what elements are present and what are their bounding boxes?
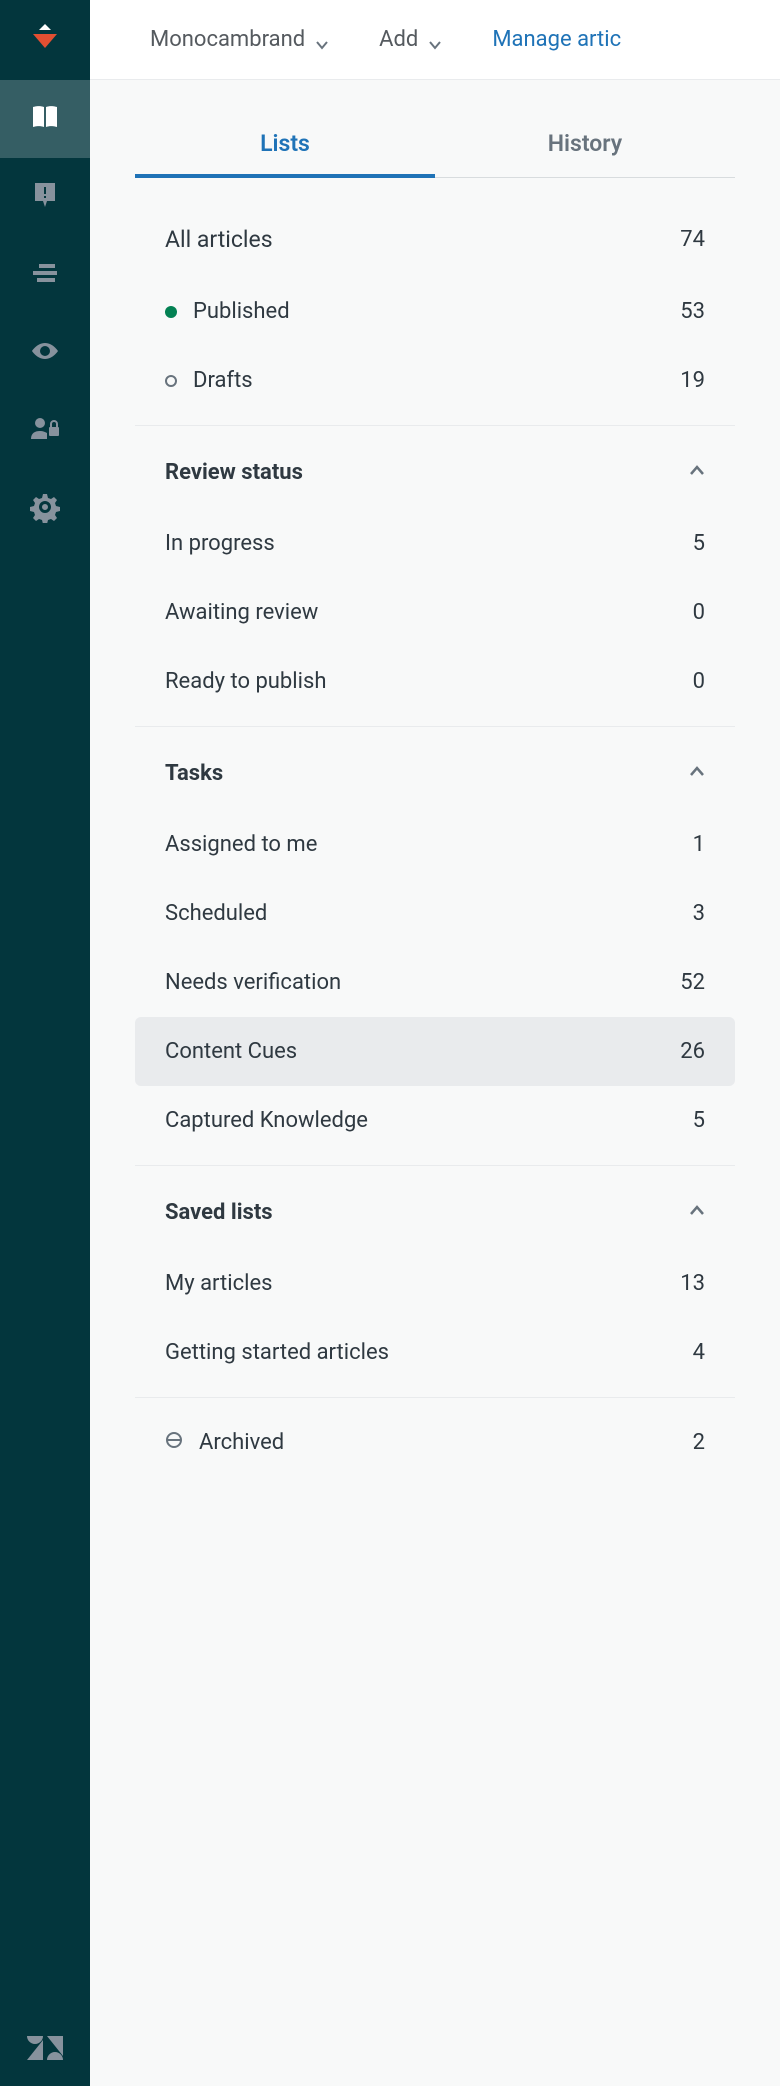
main-content: Monocambrand Add Manage artic Lists Hist…	[90, 0, 780, 2086]
sidebar-nav	[0, 0, 90, 2086]
chevron-up-icon	[689, 761, 705, 786]
section-review-status: Review status In progress 5 Awaiting rev…	[135, 426, 735, 727]
section-header-saved-lists[interactable]: Saved lists	[135, 1176, 735, 1249]
row-in-progress[interactable]: In progress 5	[135, 509, 735, 578]
row-label: Awaiting review	[165, 600, 318, 625]
row-label: Needs verification	[165, 970, 341, 995]
sidebar-item-views[interactable]	[0, 314, 90, 392]
manage-label: Manage artic	[492, 27, 621, 52]
row-getting-started-articles[interactable]: Getting started articles 4	[135, 1318, 735, 1387]
sidebar-item-moderation[interactable]	[0, 158, 90, 236]
row-count: 5	[693, 531, 705, 556]
row-label: Content Cues	[165, 1039, 297, 1064]
add-label: Add	[379, 27, 418, 52]
sidebar-item-settings[interactable]	[0, 470, 90, 548]
row-label: Published	[193, 299, 290, 324]
tabs: Lists History	[135, 130, 735, 178]
row-all-articles[interactable]: All articles 74	[135, 202, 735, 277]
gear-icon	[29, 491, 61, 527]
section-saved-lists: Saved lists My articles 13 Getting start…	[135, 1166, 735, 1398]
sidebar-product-logo[interactable]	[0, 2032, 90, 2068]
sidebar-item-arrange[interactable]	[0, 236, 90, 314]
row-label: Assigned to me	[165, 832, 317, 857]
tab-history[interactable]: History	[435, 130, 735, 177]
row-awaiting-review[interactable]: Awaiting review 0	[135, 578, 735, 647]
row-count: 3	[693, 901, 705, 926]
row-content-cues[interactable]: Content Cues 26	[135, 1017, 735, 1086]
tab-lists[interactable]: Lists	[135, 130, 435, 177]
section-archived: Archived 2	[135, 1398, 735, 1487]
brand-dropdown[interactable]: Monocambrand	[150, 27, 329, 52]
row-count: 52	[680, 970, 705, 995]
row-needs-verification[interactable]: Needs verification 52	[135, 948, 735, 1017]
topbar: Monocambrand Add Manage artic	[90, 0, 780, 80]
sidebar-item-permissions[interactable]	[0, 392, 90, 470]
row-label: All articles	[165, 226, 273, 253]
row-label: Archived	[199, 1430, 284, 1455]
row-count: 0	[693, 669, 705, 694]
sidebar-item-knowledge[interactable]	[0, 80, 90, 158]
add-dropdown[interactable]: Add	[379, 27, 442, 52]
section-articles: All articles 74 Published 53 Drafts 19	[135, 178, 735, 426]
row-my-articles[interactable]: My articles 13	[135, 1249, 735, 1318]
section-header-tasks[interactable]: Tasks	[135, 737, 735, 810]
brand-label: Monocambrand	[150, 27, 305, 52]
section-title: Review status	[165, 460, 303, 485]
section-title: Saved lists	[165, 1200, 273, 1225]
row-label: Drafts	[193, 368, 253, 393]
row-count: 5	[693, 1108, 705, 1133]
row-label: Captured Knowledge	[165, 1108, 368, 1133]
book-open-icon	[29, 101, 61, 137]
row-count: 74	[680, 227, 705, 252]
row-count: 1	[693, 832, 705, 857]
chevron-up-icon	[689, 460, 705, 485]
row-count: 13	[680, 1271, 705, 1296]
chevron-down-icon	[428, 33, 442, 47]
row-archived[interactable]: Archived 2	[135, 1408, 735, 1477]
row-label: Scheduled	[165, 901, 267, 926]
status-dot-draft-icon	[165, 375, 177, 387]
row-ready-to-publish[interactable]: Ready to publish 0	[135, 647, 735, 716]
zendesk-icon	[27, 2032, 63, 2068]
section-header-review-status[interactable]: Review status	[135, 436, 735, 509]
status-dot-published-icon	[165, 306, 177, 318]
logo[interactable]	[0, 0, 90, 80]
list-icon	[29, 257, 61, 293]
chevron-down-icon	[315, 33, 329, 47]
flag-alert-icon	[29, 179, 61, 215]
row-scheduled[interactable]: Scheduled 3	[135, 879, 735, 948]
archive-icon	[165, 1430, 183, 1455]
manage-articles-link[interactable]: Manage artic	[492, 27, 621, 52]
row-count: 19	[680, 368, 705, 393]
section-title: Tasks	[165, 761, 223, 786]
row-count: 26	[680, 1039, 705, 1064]
sidebar-lists-panel: Lists History All articles 74 Published …	[90, 80, 780, 1487]
row-label: Ready to publish	[165, 669, 326, 694]
row-count: 0	[693, 600, 705, 625]
chevron-up-icon	[689, 1200, 705, 1225]
row-drafts[interactable]: Drafts 19	[135, 346, 735, 415]
user-lock-icon	[29, 413, 61, 449]
eye-icon	[29, 335, 61, 371]
row-published[interactable]: Published 53	[135, 277, 735, 346]
row-label: In progress	[165, 531, 275, 556]
row-captured-knowledge[interactable]: Captured Knowledge 5	[135, 1086, 735, 1155]
row-assigned-to-me[interactable]: Assigned to me 1	[135, 810, 735, 879]
row-count: 53	[680, 299, 705, 324]
row-label: Getting started articles	[165, 1340, 389, 1365]
section-tasks: Tasks Assigned to me 1 Scheduled 3 Needs…	[135, 727, 735, 1166]
logo-icon	[27, 20, 63, 60]
row-count: 2	[693, 1430, 705, 1455]
row-label: My articles	[165, 1271, 272, 1296]
row-count: 4	[693, 1340, 705, 1365]
